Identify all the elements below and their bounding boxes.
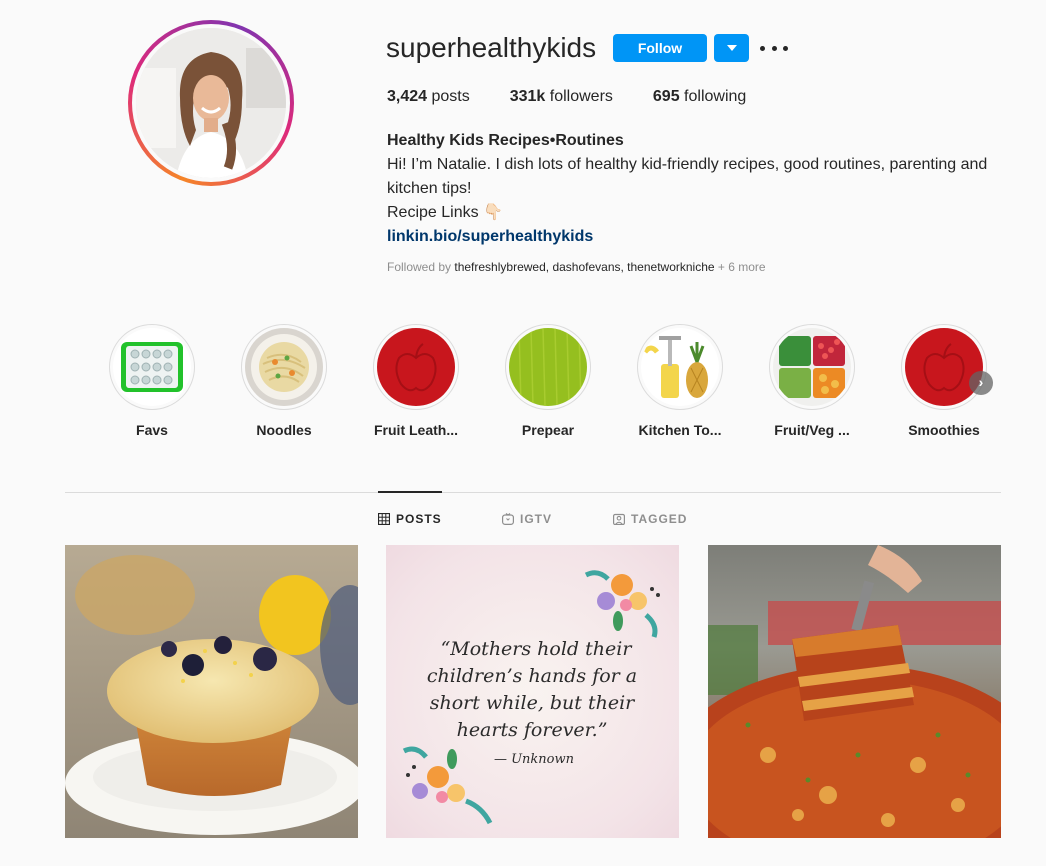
profile-avatar-ring[interactable] — [128, 20, 294, 186]
bio-recipe-links: Recipe Links 👇🏻 — [387, 204, 503, 221]
posts-label: posts — [427, 88, 470, 105]
tabs-divider — [65, 492, 1001, 493]
highlight-label: Smoothies — [908, 422, 980, 438]
igtv-icon — [502, 513, 514, 525]
followed-by-prefix: Followed by — [387, 260, 455, 274]
followers-count: 331k — [509, 88, 546, 105]
highlight-ring — [769, 324, 855, 410]
tab-label: IGTV — [520, 512, 553, 526]
highlight-ring — [241, 324, 327, 410]
highlight-prepear[interactable]: Prepear — [498, 324, 598, 438]
pineapple-slicer-icon — [641, 328, 719, 406]
tab-posts[interactable]: POSTS — [378, 512, 442, 526]
tab-label: TAGGED — [631, 512, 688, 526]
bio-text: Hi! I’m Natalie. I dish lots of healthy … — [387, 156, 988, 197]
quote-attribution: — Unknown — [494, 752, 574, 767]
highlight-kitchen-tools[interactable]: Kitchen To... — [630, 324, 730, 438]
dot-icon — [760, 45, 765, 51]
grid-icon — [378, 513, 390, 525]
quote-line: children’s hands for a — [427, 665, 637, 687]
followers-stat[interactable]: 331k followers — [510, 88, 613, 106]
quote-line: “Mothers hold their — [441, 638, 634, 660]
following-label: following — [679, 88, 747, 105]
noodle-bowl-icon — [245, 328, 323, 406]
red-apple-icon — [905, 328, 983, 406]
highlight-ring — [373, 324, 459, 410]
highlight-label: Fruit Leath... — [374, 422, 458, 438]
lasagna-photo — [708, 545, 1001, 838]
avatar-photo — [136, 28, 286, 178]
following-stat[interactable]: 695 following — [653, 88, 746, 106]
chevron-right-icon[interactable]: › — [969, 371, 993, 395]
suggested-accounts-dropdown-button[interactable] — [714, 34, 749, 62]
tab-igtv[interactable]: IGTV — [502, 512, 552, 526]
tab-label: POSTS — [396, 512, 442, 526]
profile-stats: 3,424 posts 331k followers 695 following — [387, 88, 786, 106]
veggie-containers-icon — [773, 328, 851, 406]
dot-icon — [771, 45, 777, 51]
highlight-noodles[interactable]: Noodles — [234, 324, 334, 438]
bio-link[interactable]: linkin.bio/superhealthykids — [387, 225, 1007, 249]
highlight-fruit-leather[interactable]: Fruit Leath... — [366, 324, 466, 438]
followed-by-user[interactable]: dashofevans — [552, 260, 620, 274]
muffin-photo — [65, 545, 358, 838]
tag-person-icon — [613, 513, 625, 525]
chevron-down-icon — [726, 45, 737, 51]
bio-name: Healthy Kids Recipes•Routines — [387, 132, 624, 149]
muffin-tray-icon — [113, 328, 191, 406]
quote-line: short while, but their — [430, 692, 636, 714]
highlight-label: Noodles — [256, 422, 312, 438]
post-muffin[interactable] — [65, 545, 358, 838]
dot-icon — [783, 45, 788, 51]
highlight-favs[interactable]: Favs — [102, 324, 202, 438]
followed-by[interactable]: Followed by thefreshlybrewed, dashofevan… — [387, 260, 766, 274]
highlight-ring — [637, 324, 723, 410]
bio: Healthy Kids Recipes•Routines Hi! I’m Na… — [387, 129, 1007, 249]
highlight-fruit-veg[interactable]: Fruit/Veg ... — [762, 324, 862, 438]
follow-button[interactable]: Follow — [613, 34, 707, 62]
followed-by-user[interactable]: thefreshlybrewed — [454, 260, 545, 274]
quote-card: “Mothers hold their children’s hands for… — [386, 545, 679, 838]
highlight-ring — [901, 324, 987, 410]
highlight-label: Kitchen To... — [638, 422, 722, 438]
highlight-ring — [505, 324, 591, 410]
following-count: 695 — [652, 88, 680, 105]
posts-count: 3,424 — [387, 88, 428, 105]
red-apple-icon — [377, 328, 455, 406]
highlight-label: Favs — [136, 422, 168, 438]
followed-by-more[interactable]: + 6 more — [715, 260, 766, 274]
highlight-ring — [109, 324, 195, 410]
highlight-label: Prepear — [521, 422, 575, 438]
followers-label: followers — [545, 88, 613, 105]
followed-by-user[interactable]: thenetworkniche — [627, 260, 714, 274]
posts-stat: 3,424 posts — [387, 88, 470, 106]
more-options-icon[interactable] — [760, 38, 788, 58]
highlight-label: Fruit/Veg ... — [774, 422, 850, 438]
post-lasagna[interactable] — [708, 545, 1001, 838]
username: superhealthykids — [386, 32, 597, 63]
green-texture-icon — [509, 328, 587, 406]
tab-tagged[interactable]: TAGGED — [613, 512, 687, 526]
active-tab-indicator — [378, 491, 442, 493]
avatar[interactable] — [136, 28, 286, 178]
quote-line: hearts forever.” — [457, 719, 608, 741]
post-quote[interactable]: “Mothers hold their children’s hands for… — [386, 545, 679, 838]
